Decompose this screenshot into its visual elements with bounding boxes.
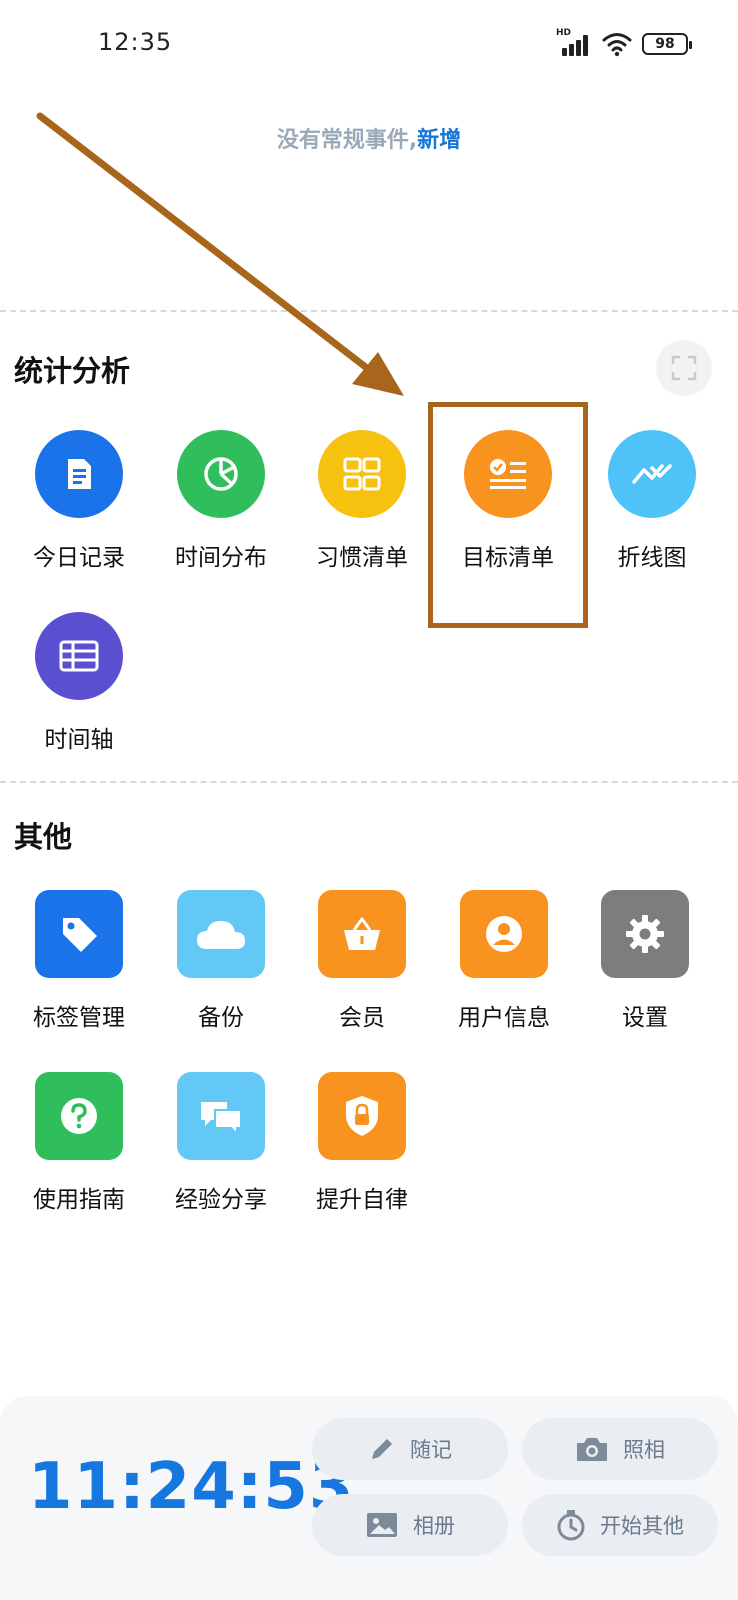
experience-share-label: 经验分享 [175, 1187, 267, 1213]
status-icons: HD 98 [556, 28, 692, 58]
stat-item-line-chart[interactable]: 折线图 [587, 430, 717, 600]
table-icon [59, 640, 99, 672]
stat-item-habit-list[interactable]: 习惯清单 [297, 430, 427, 600]
add-routine-link[interactable]: 新增 [417, 128, 461, 153]
user-info-label: 用户信息 [458, 1005, 550, 1031]
self-discipline-icon-bg [318, 1072, 406, 1160]
tag-management-icon-bg [35, 890, 123, 978]
start-other-button[interactable]: 开始其他 [522, 1494, 718, 1556]
pencil-icon [372, 1439, 392, 1459]
other-item-tag-management[interactable]: 标签管理 [14, 890, 144, 1060]
stat-item-today-record[interactable]: 今日记录 [14, 430, 144, 600]
self-discipline-label: 提升自律 [316, 1187, 408, 1213]
other-item-user-guide[interactable]: 使用指南 [14, 1072, 144, 1242]
tag-icon [63, 918, 97, 952]
album-button[interactable]: 相册 [312, 1494, 508, 1556]
quick-note-label: 随记 [410, 1438, 452, 1462]
document-icon [68, 459, 91, 489]
grid-icon [343, 457, 381, 491]
camera-icon [577, 1438, 607, 1461]
routine-empty-state: 没有常规事件,新增 [0, 122, 738, 154]
status-bar: 12:35 HD 98 [0, 0, 738, 90]
quick-note-button[interactable]: 随记 [312, 1418, 508, 1480]
basket-icon [344, 917, 380, 950]
habit-list-label: 习惯清单 [316, 545, 408, 571]
network-label: HD [556, 28, 572, 38]
divider [0, 310, 738, 312]
battery-level: 98 [655, 36, 675, 52]
others-title: 其他 [14, 820, 73, 854]
battery-icon: 98 [642, 33, 692, 55]
user-guide-label: 使用指南 [33, 1187, 125, 1213]
user-icon [486, 916, 522, 952]
signal-icon: HD [556, 28, 592, 58]
wifi-icon [602, 33, 632, 57]
pie-chart-icon [204, 457, 238, 491]
stat-item-time-distribution[interactable]: 时间分布 [156, 430, 286, 600]
line-chart-label: 折线图 [617, 545, 687, 571]
image-icon [367, 1513, 397, 1537]
routine-empty-text: 没有常规事件, [276, 128, 418, 153]
other-item-backup[interactable]: 备份 [156, 890, 286, 1060]
lock-icon [346, 1096, 378, 1136]
status-time: 12:35 [98, 28, 173, 56]
tag-management-label: 标签管理 [33, 1005, 125, 1031]
membership-icon-bg [318, 890, 406, 978]
gear-icon [626, 915, 664, 953]
membership-label: 会员 [339, 1005, 385, 1031]
habit-list-icon-bg [318, 430, 406, 518]
divider [0, 781, 738, 783]
annotation-arrow [36, 112, 404, 396]
stat-item-timeline[interactable]: 时间轴 [14, 612, 144, 782]
stopwatch-icon [557, 1510, 585, 1541]
time-distribution-label: 时间分布 [175, 545, 267, 571]
timeline-icon-bg [35, 612, 123, 700]
current-time-clock: 11:24:53 [28, 1450, 355, 1524]
backup-label: 备份 [198, 1005, 244, 1031]
settings-label: 设置 [622, 1005, 668, 1031]
backup-icon-bg [177, 890, 265, 978]
fullscreen-button[interactable] [656, 340, 712, 396]
other-item-user-info[interactable]: 用户信息 [439, 890, 569, 1060]
cloud-icon [197, 921, 245, 949]
other-item-experience-share[interactable]: 经验分享 [156, 1072, 286, 1242]
user-info-icon-bg [460, 890, 548, 978]
start-other-label: 开始其他 [600, 1514, 684, 1538]
today-record-icon-bg [35, 430, 123, 518]
today-record-label: 今日记录 [33, 545, 125, 571]
camera-button[interactable]: 照相 [522, 1418, 718, 1480]
timeline-label: 时间轴 [44, 727, 114, 753]
line-chart-icon [632, 464, 672, 484]
line-chart-icon-bg [608, 430, 696, 518]
experience-share-icon-bg [177, 1072, 265, 1160]
camera-label: 照相 [623, 1438, 665, 1462]
user-guide-icon-bg [35, 1072, 123, 1160]
other-item-self-discipline[interactable]: 提升自律 [297, 1072, 427, 1242]
time-distribution-icon-bg [177, 430, 265, 518]
album-label: 相册 [413, 1514, 455, 1538]
settings-icon-bg [601, 890, 689, 978]
chat-icon [201, 1102, 242, 1136]
annotation-highlight-box [428, 402, 588, 628]
fullscreen-icon [671, 355, 697, 381]
help-icon [61, 1098, 97, 1134]
other-item-membership[interactable]: 会员 [297, 890, 427, 1060]
other-item-settings[interactable]: 设置 [580, 890, 710, 1060]
statistics-title: 统计分析 [14, 354, 131, 388]
